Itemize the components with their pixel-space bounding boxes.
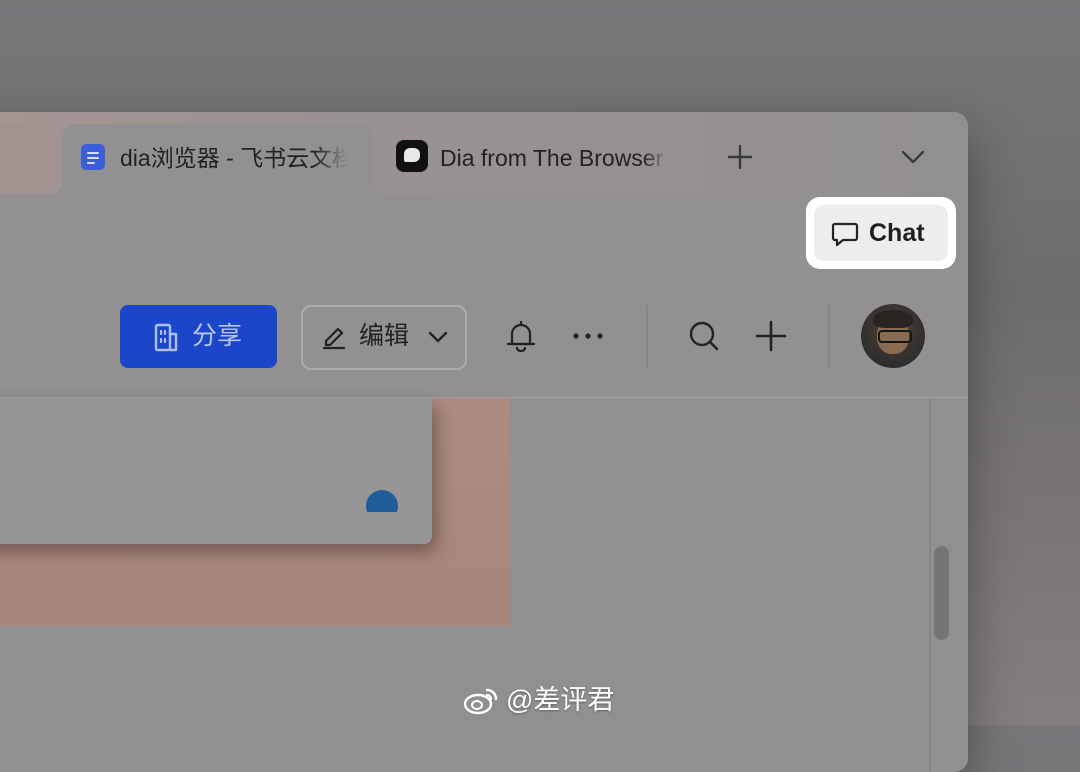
- dia-logo-icon: [396, 140, 428, 172]
- doc-icon: [81, 144, 105, 170]
- bell-icon[interactable]: [503, 318, 539, 354]
- chat-bubble-icon: [831, 222, 859, 247]
- toolbar: Chat 分享 编辑: [0, 194, 968, 398]
- watermark: @差评君: [462, 680, 614, 720]
- weibo-icon: [463, 688, 498, 715]
- toolbar-divider: [646, 305, 648, 368]
- watermark-text: @差评君: [506, 685, 615, 715]
- chat-highlight: Chat: [806, 197, 956, 269]
- tab-title: dia浏览器 - 飞书云文档: [120, 145, 348, 171]
- scrollbar-thumb[interactable]: [934, 546, 949, 640]
- chevron-down-icon: [428, 331, 448, 343]
- browser-window: dia浏览器 - 飞书云文档 Dia from The Browser Comp…: [0, 112, 968, 772]
- tab-active-document[interactable]: dia浏览器 - 飞书云文档: [62, 124, 374, 196]
- toolbar-divider: [828, 305, 830, 368]
- plus-icon[interactable]: [753, 318, 789, 354]
- tab-dia-website[interactable]: Dia from The Browser Company: [392, 124, 692, 184]
- scrollbar-track: [929, 398, 931, 772]
- collaborator-avatar[interactable]: [366, 490, 398, 522]
- tab-title: Dia from The Browser Company: [440, 145, 670, 171]
- edit-mode-dropdown[interactable]: 编辑: [301, 305, 467, 370]
- tab-bar: dia浏览器 - 飞书云文档 Dia from The Browser Comp…: [0, 112, 968, 196]
- pen-icon: [322, 327, 346, 350]
- share-button[interactable]: 分享: [120, 305, 277, 368]
- previous-tab-edge[interactable]: [0, 124, 46, 194]
- share-label: 分享: [192, 322, 243, 350]
- avatar[interactable]: [861, 304, 925, 368]
- search-icon[interactable]: [686, 318, 722, 354]
- chat-label: Chat: [869, 219, 925, 247]
- chat-button[interactable]: Chat: [814, 205, 948, 261]
- more-icon[interactable]: [570, 318, 606, 354]
- plus-icon[interactable]: [725, 142, 755, 172]
- building-icon: [154, 323, 178, 352]
- popup-card: [0, 398, 432, 544]
- edit-label: 编辑: [359, 322, 410, 350]
- avatar-glasses: [878, 330, 912, 343]
- avatar-hair: [873, 310, 913, 328]
- chevron-down-icon[interactable]: [898, 144, 928, 170]
